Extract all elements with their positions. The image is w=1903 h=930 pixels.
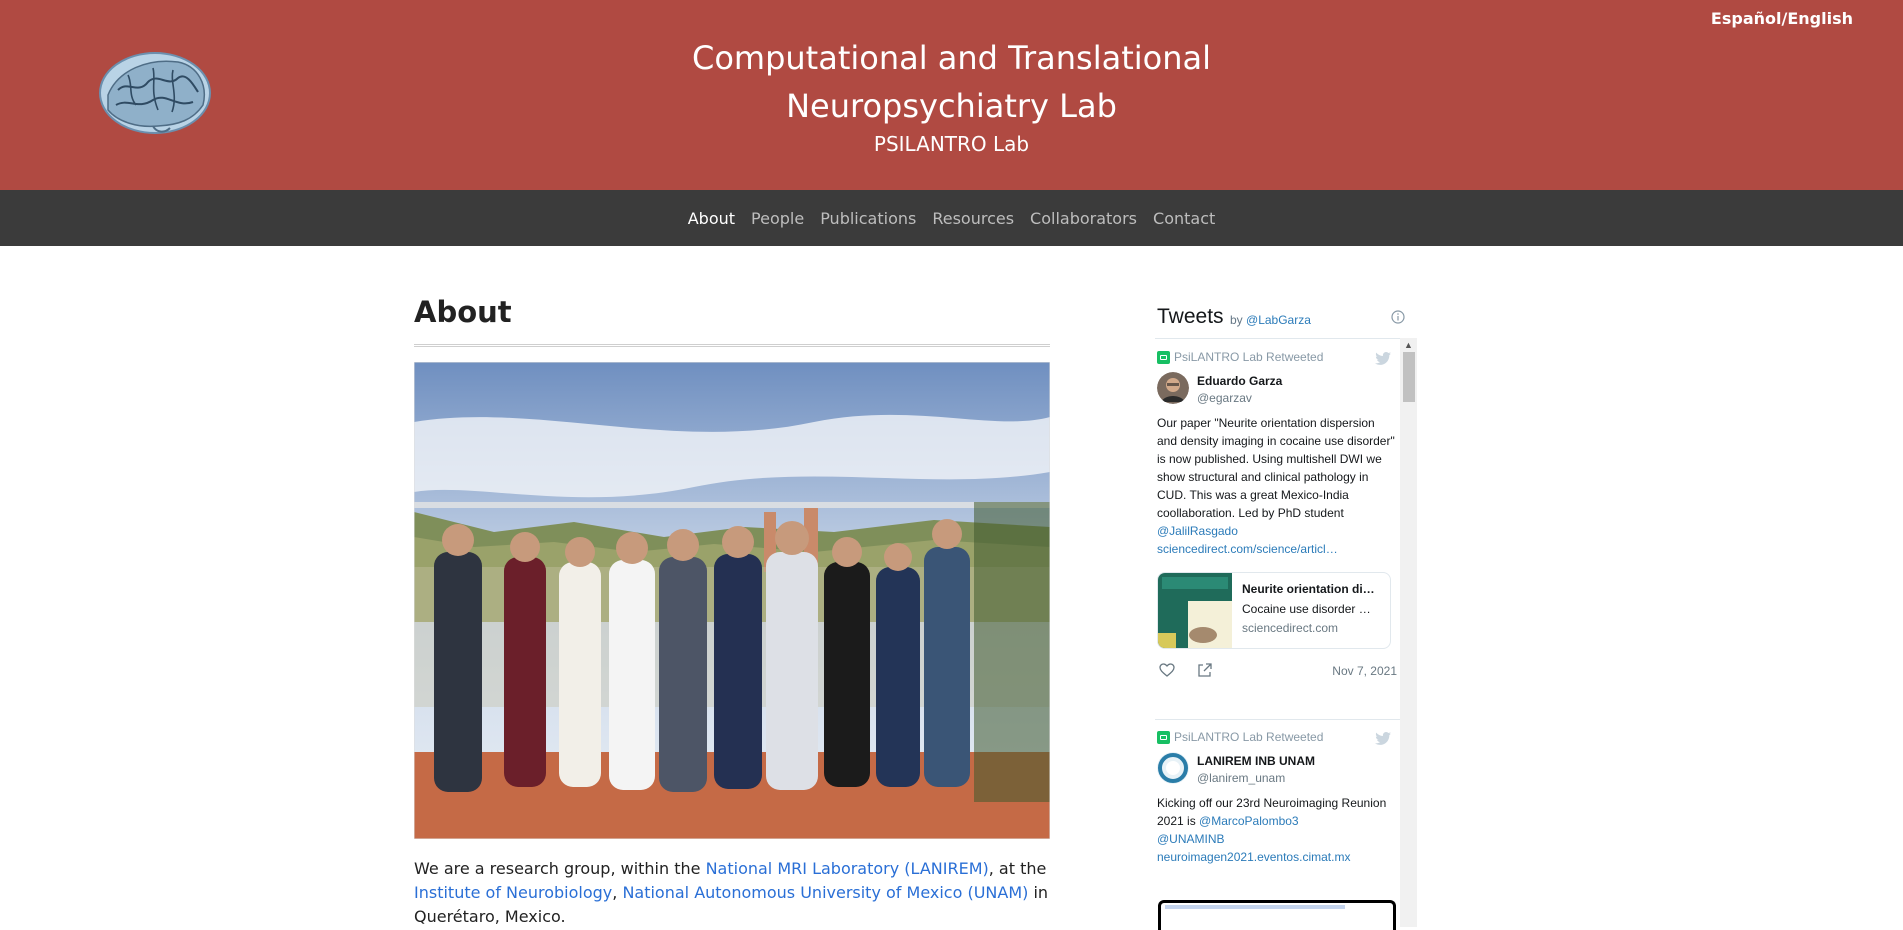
tweet-body-text: Our paper "Neurite orientation dispersio… xyxy=(1157,416,1395,520)
tweet-text: Our paper "Neurite orientation dispersio… xyxy=(1157,414,1397,558)
scroll-up-arrow-icon[interactable]: ▲ xyxy=(1404,340,1413,350)
tweet-author-name[interactable]: LANIREM INB UNAM xyxy=(1197,754,1315,768)
twitter-scrollbar[interactable]: ▲ xyxy=(1400,338,1417,927)
site-subtitle: PSILANTRO Lab xyxy=(873,132,1030,156)
nav-item-about[interactable]: About xyxy=(688,209,735,228)
tweet-url-link[interactable]: neuroimagen2021.eventos.cimat.mx xyxy=(1157,850,1350,864)
mention-link[interactable]: @MarcoPalombo3 xyxy=(1199,814,1299,828)
twitter-bird-icon[interactable] xyxy=(1375,352,1391,365)
tweet-author[interactable]: Eduardo Garza @egarzav xyxy=(1157,372,1397,406)
tweet-author-handle[interactable]: @lanirem_unam xyxy=(1197,771,1285,785)
tweet-item[interactable]: PsiLANTRO Lab Retweeted Eduardo Garza @e… xyxy=(1155,350,1397,679)
twitter-handle-link[interactable]: @LabGarza xyxy=(1246,313,1311,327)
intro-text-1: We are a research group, within the xyxy=(414,859,706,878)
lanirem-link[interactable]: National MRI Laboratory (LANIREM) xyxy=(706,859,989,878)
retweet-icon xyxy=(1157,350,1170,364)
twitter-by-text: by xyxy=(1230,313,1247,327)
card-domain: sciencedirect.com xyxy=(1242,621,1339,635)
tweet-author-name[interactable]: Eduardo Garza xyxy=(1197,374,1282,388)
nav-item-people[interactable]: People xyxy=(751,209,804,228)
language-toggle-link[interactable]: Español/English xyxy=(1711,9,1853,28)
tweet-date-link[interactable]: Nov 7, 2021 xyxy=(1332,664,1397,678)
institute-link[interactable]: Institute of Neurobiology xyxy=(414,883,612,902)
twitter-timeline-widget: Tweets by @LabGarza ▲ PsiLANTRO Lab Retw… xyxy=(1155,295,1417,930)
media-highlight xyxy=(1165,905,1345,909)
tweet-item[interactable]: PsiLANTRO Lab Retweeted LANIREM INB UNAM… xyxy=(1155,730,1397,866)
tweet-author[interactable]: LANIREM INB UNAM @lanirem_unam xyxy=(1157,752,1397,786)
tweet-text: Kicking off our 23rd Neuroimaging Reunio… xyxy=(1157,794,1397,866)
retweet-label: PsiLANTRO Lab Retweeted xyxy=(1157,730,1397,744)
card-description: Cocaine use disorder … xyxy=(1242,602,1371,616)
nav-item-publications[interactable]: Publications xyxy=(820,209,916,228)
site-header: Español/English Computational and Transl… xyxy=(0,0,1903,190)
mention-link[interactable]: @UNAMINB xyxy=(1157,832,1225,846)
twitter-bird-icon[interactable] xyxy=(1375,732,1391,745)
link-preview-card[interactable]: Neurite orientation di… Cocaine use diso… xyxy=(1157,572,1391,649)
retweeted-by-text: PsiLANTRO Lab Retweeted xyxy=(1174,730,1324,744)
mention-link[interactable]: @JalilRasgado xyxy=(1157,524,1238,538)
unam-link[interactable]: National Autonomous University of Mexico… xyxy=(622,883,1028,902)
like-heart-icon[interactable] xyxy=(1159,663,1175,677)
twitter-title: Tweets xyxy=(1157,305,1224,328)
tweet-author-handle[interactable]: @egarzav xyxy=(1197,391,1252,405)
avatar[interactable] xyxy=(1157,752,1189,784)
tweet-media-image[interactable] xyxy=(1158,900,1396,930)
retweet-icon xyxy=(1157,730,1170,744)
retweeted-by-text: PsiLANTRO Lab Retweeted xyxy=(1174,350,1324,364)
nav-item-resources[interactable]: Resources xyxy=(932,209,1014,228)
group-photo xyxy=(414,362,1050,839)
site-title-line1: Computational and Translational xyxy=(691,39,1212,77)
title-divider xyxy=(414,344,1050,347)
share-icon[interactable] xyxy=(1197,662,1213,678)
main-content: About We are a research group, within th… xyxy=(414,290,1050,929)
nav-item-collaborators[interactable]: Collaborators xyxy=(1030,209,1137,228)
nav-item-contact[interactable]: Contact xyxy=(1153,209,1215,228)
site-title-line2: Neuropsychiatry Lab xyxy=(786,87,1117,125)
card-title: Neurite orientation di… xyxy=(1242,582,1375,596)
retweet-label: PsiLANTRO Lab Retweeted xyxy=(1157,350,1397,364)
page-title: About xyxy=(414,295,512,329)
tweet-separator xyxy=(1155,719,1400,720)
avatar[interactable] xyxy=(1157,372,1189,404)
intro-text-2: , at the xyxy=(988,859,1047,878)
tweet-url-link[interactable]: sciencedirect.com/science/articl… xyxy=(1157,542,1338,556)
info-icon[interactable] xyxy=(1391,310,1405,324)
tweet-actions: Nov 7, 2021 xyxy=(1157,661,1397,679)
intro-paragraph: We are a research group, within the Nati… xyxy=(414,857,1050,929)
intro-text-3: , xyxy=(612,883,623,902)
card-thumbnail xyxy=(1158,573,1232,648)
main-nav: About People Publications Resources Coll… xyxy=(0,190,1903,246)
scrollbar-thumb[interactable] xyxy=(1403,352,1415,402)
twitter-byline: by @LabGarza xyxy=(1230,313,1311,327)
site-title: Computational and Translational Neuropsy… xyxy=(0,34,1903,158)
twitter-header: Tweets by @LabGarza xyxy=(1155,295,1417,339)
